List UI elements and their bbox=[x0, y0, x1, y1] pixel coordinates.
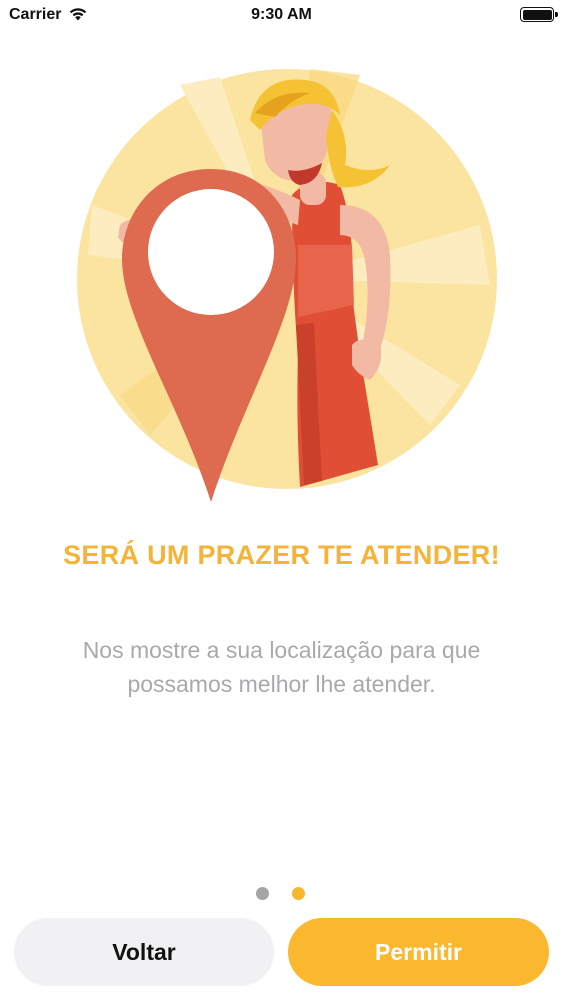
status-bar: Carrier 9:30 AM bbox=[0, 0, 563, 30]
allow-location-button[interactable]: Permitir bbox=[288, 918, 549, 986]
location-pin-woman-illustration bbox=[77, 69, 497, 502]
location-permission-screen: Carrier 9:30 AM SERÁ UM PRAZER TE ATENDE… bbox=[0, 0, 563, 1000]
status-time: 9:30 AM bbox=[251, 6, 312, 23]
page-title: SERÁ UM PRAZER TE ATENDER! bbox=[63, 540, 500, 570]
page-dot-2-active[interactable] bbox=[292, 887, 305, 900]
page-description: Nos mostre a sua localização para que po… bbox=[82, 637, 481, 697]
page-dot-1[interactable] bbox=[256, 887, 269, 900]
back-button[interactable]: Voltar bbox=[14, 918, 274, 986]
page-indicator bbox=[0, 887, 563, 901]
battery-icon bbox=[520, 7, 558, 22]
